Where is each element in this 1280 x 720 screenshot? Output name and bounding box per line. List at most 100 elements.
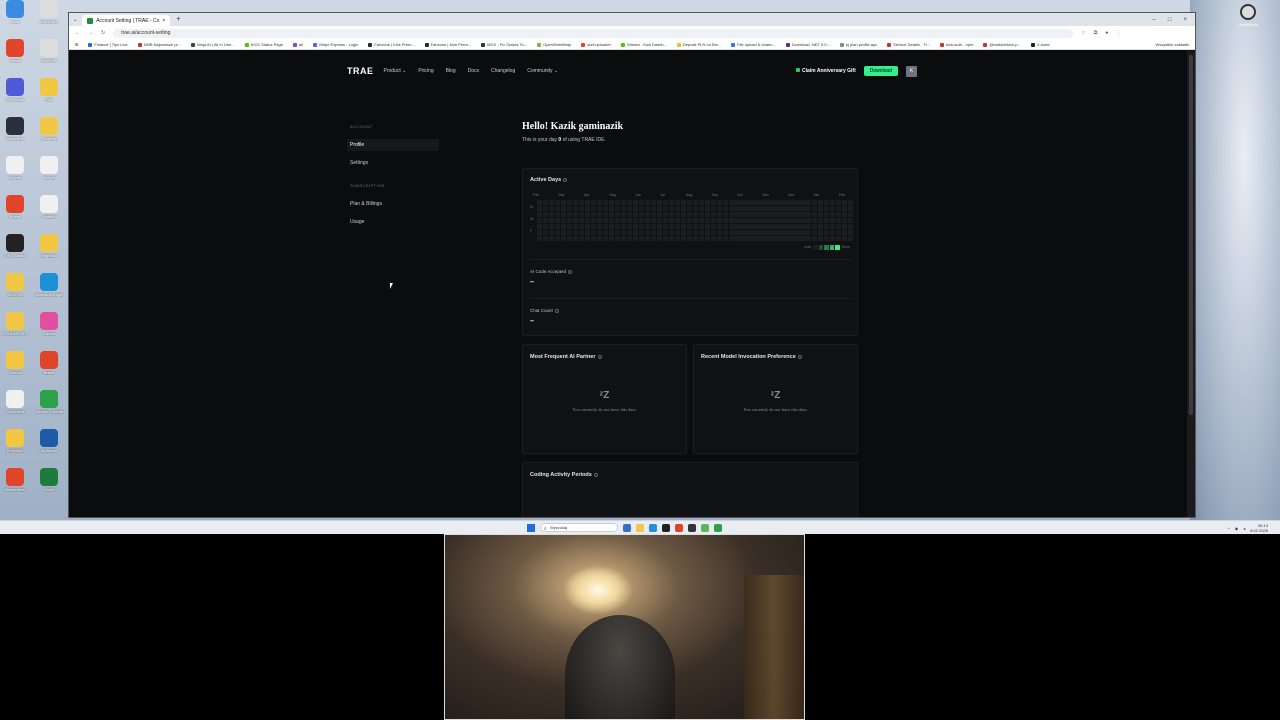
sidebar-item-settings[interactable]: Settings (347, 157, 439, 169)
info-icon[interactable] (563, 177, 568, 182)
desktop-icon[interactable]: Jupyter (0, 156, 30, 180)
info-icon[interactable] (554, 308, 559, 313)
nav-pricing[interactable]: Pricing (418, 68, 433, 74)
maximize-button[interactable]: □ (1168, 17, 1172, 23)
network-icon[interactable]: ◉ (1235, 526, 1239, 531)
bookmark-item[interactable]: Ninja AI | All In One... (191, 42, 235, 47)
desktop-icon[interactable]: MANIAK (34, 39, 64, 63)
bookmark-item[interactable]: @botkick/kick-p... (983, 42, 1021, 47)
tab-list-icon[interactable]: ⌄ (73, 17, 77, 23)
desktop-icon[interactable]: Microsoft Edge (34, 273, 64, 297)
desktop-icon[interactable]: DOKUMENTY (0, 312, 30, 336)
tray-chevron-icon[interactable]: ^ (1228, 526, 1230, 531)
info-icon[interactable] (597, 354, 602, 359)
close-window-button[interactable]: × (1183, 17, 1187, 23)
nav-blog[interactable]: Blog (446, 68, 456, 74)
bookmark-star-icon[interactable]: ☆ (1081, 30, 1085, 36)
taskbar-app-icon[interactable] (662, 523, 670, 532)
desktop-icon[interactable]: Dokument (0, 390, 30, 414)
desktop-icon[interactable]: Projekty (34, 117, 64, 141)
taskbar-chrome-icon[interactable] (714, 523, 722, 532)
desktop-icon[interactable]: VIDEOS (0, 273, 30, 297)
trae-logo[interactable]: TRAE (347, 66, 374, 76)
download-button[interactable]: Download (863, 66, 898, 76)
apps-icon[interactable]: ⊞ (75, 42, 78, 47)
desktop-icon[interactable]: Projekty2 (0, 429, 30, 453)
tab-close-icon[interactable]: × (162, 18, 165, 24)
bookmark-item[interactable]: KICK Status Page (244, 42, 283, 47)
tab-account-setting[interactable]: Account Setting | TRAE - Collab... × (82, 15, 171, 26)
info-icon[interactable] (593, 472, 598, 477)
back-icon[interactable]: ← (75, 30, 80, 36)
taskbar-brave-icon[interactable] (675, 523, 683, 532)
taskbar-obs-icon[interactable] (688, 523, 696, 532)
scrollbar-thumb[interactable] (1189, 55, 1193, 415)
nav-changelog[interactable]: Changelog (491, 68, 515, 74)
page-scrollbar[interactable] (1187, 51, 1195, 517)
reload-icon[interactable]: ↻ (101, 30, 105, 36)
bookmark-item[interactable]: X-word (1030, 42, 1050, 47)
desktop-icon[interactable]: MusicBee (0, 117, 30, 141)
sidebar-item-usage[interactable]: Usage (347, 216, 439, 228)
bookmark-item[interactable]: DMB Najnowsze pr... (137, 42, 181, 47)
nav-community[interactable]: Community ⌄ (527, 68, 558, 74)
desktop-icon[interactable]: MANIAK5 (34, 0, 64, 24)
taskbar-edge-icon[interactable] (649, 523, 657, 532)
info-icon[interactable] (568, 269, 573, 274)
bookmark-item[interactable]: OpenStreetMap (537, 42, 571, 47)
desktop-icon[interactable]: Brave beta (0, 468, 30, 492)
desktop-icon-right[interactable]: Ustawienia (1226, 4, 1270, 27)
bookmark-item[interactable]: Stream - Kick Dashb... (620, 42, 667, 47)
info-icon[interactable] (797, 354, 802, 359)
desktop-icon[interactable]: Kosz (0, 0, 30, 24)
bookmark-item[interactable]: Deposit PLN on Bin... (676, 42, 721, 47)
sidebar-item-profile[interactable]: Profile (347, 139, 439, 151)
nav-product[interactable]: Product ⌄ (384, 68, 407, 74)
desktop-icon[interactable]: Excel (34, 468, 64, 492)
desktop-icon[interactable]: Brave (0, 195, 30, 219)
desktop-icon[interactable]: Skrypt (34, 156, 64, 180)
bookmark-item[interactable]: MGX - Fix Scripts To... (481, 42, 527, 47)
bookmark-item[interactable]: kick-auth - npm (940, 42, 973, 47)
bookmark-item[interactable]: Fanzone | Kick Prem... (368, 42, 415, 47)
desktop-icon[interactable]: OBS Studio (0, 234, 30, 258)
bookmark-item[interactable]: all (292, 42, 303, 47)
sidebar-item-plan[interactable]: Plan & Billings (347, 198, 439, 210)
avatar[interactable]: K (906, 65, 917, 77)
taskbar-taskview-icon[interactable] (623, 523, 631, 532)
bookmark-item[interactable]: Finance | Tips Live (88, 42, 128, 47)
all-bookmarks-folder[interactable]: Wszystkie zakładki (1155, 42, 1189, 47)
start-button[interactable] (527, 523, 535, 532)
taskbar-notepad-icon[interactable] (701, 523, 709, 532)
bookmark-item[interactable]: Service Details - Tr... (887, 42, 930, 47)
new-tab-button[interactable]: + (176, 16, 180, 23)
claim-gift-link[interactable]: Claim Anniversary Gift (796, 68, 856, 74)
volume-icon[interactable]: ◂ (1243, 526, 1245, 531)
nav-docs[interactable]: Docs (468, 68, 479, 74)
desktop-icon[interactable]: LM Studio (0, 78, 30, 102)
minimize-button[interactable]: – (1153, 17, 1156, 23)
desktop-icon[interactable]: Notatki (34, 195, 64, 219)
bookmark-item[interactable]: Fanzone | Kick Prem... (424, 42, 471, 47)
desktop-icon[interactable]: Vivaldi (0, 39, 30, 63)
bookmark-item[interactable]: pj plan profile.apc (839, 42, 877, 47)
desktop-icon[interactable]: Google Chrome (34, 390, 64, 414)
desktop-icon[interactable]: Aplikacja (34, 429, 64, 453)
desktop-icon[interactable]: Canva (34, 312, 64, 336)
url-input[interactable]: trae.ai/account-setting (113, 28, 1074, 38)
clock[interactable]: 06:13 8.02.2026 (1250, 523, 1268, 533)
desktop-icon[interactable]: Brave (34, 351, 64, 375)
forward-icon[interactable]: → (88, 30, 93, 36)
bookmark-item[interactable]: surf-uploader (581, 42, 611, 47)
extensions-icon[interactable]: ⧉ (1094, 30, 1098, 36)
taskbar-search[interactable]: ⌕ Wyszukaj (540, 523, 618, 532)
bookmark-item[interactable]: File upload & sharin... (731, 42, 776, 47)
desktop-icon[interactable]: Pliki (34, 78, 64, 102)
desktop-icon[interactable]: Zdjecia (0, 351, 30, 375)
profile-icon[interactable]: ● (1105, 30, 1108, 36)
taskbar-explorer-icon[interactable] (636, 523, 644, 532)
desktop-icon[interactable]: Nagrania (34, 234, 64, 258)
menu-icon[interactable]: ⋮ (1116, 30, 1121, 36)
bookmark-item[interactable]: Download .NET 9.0... (785, 42, 830, 47)
bookmark-item[interactable]: Stripe Express - Login (313, 42, 358, 47)
